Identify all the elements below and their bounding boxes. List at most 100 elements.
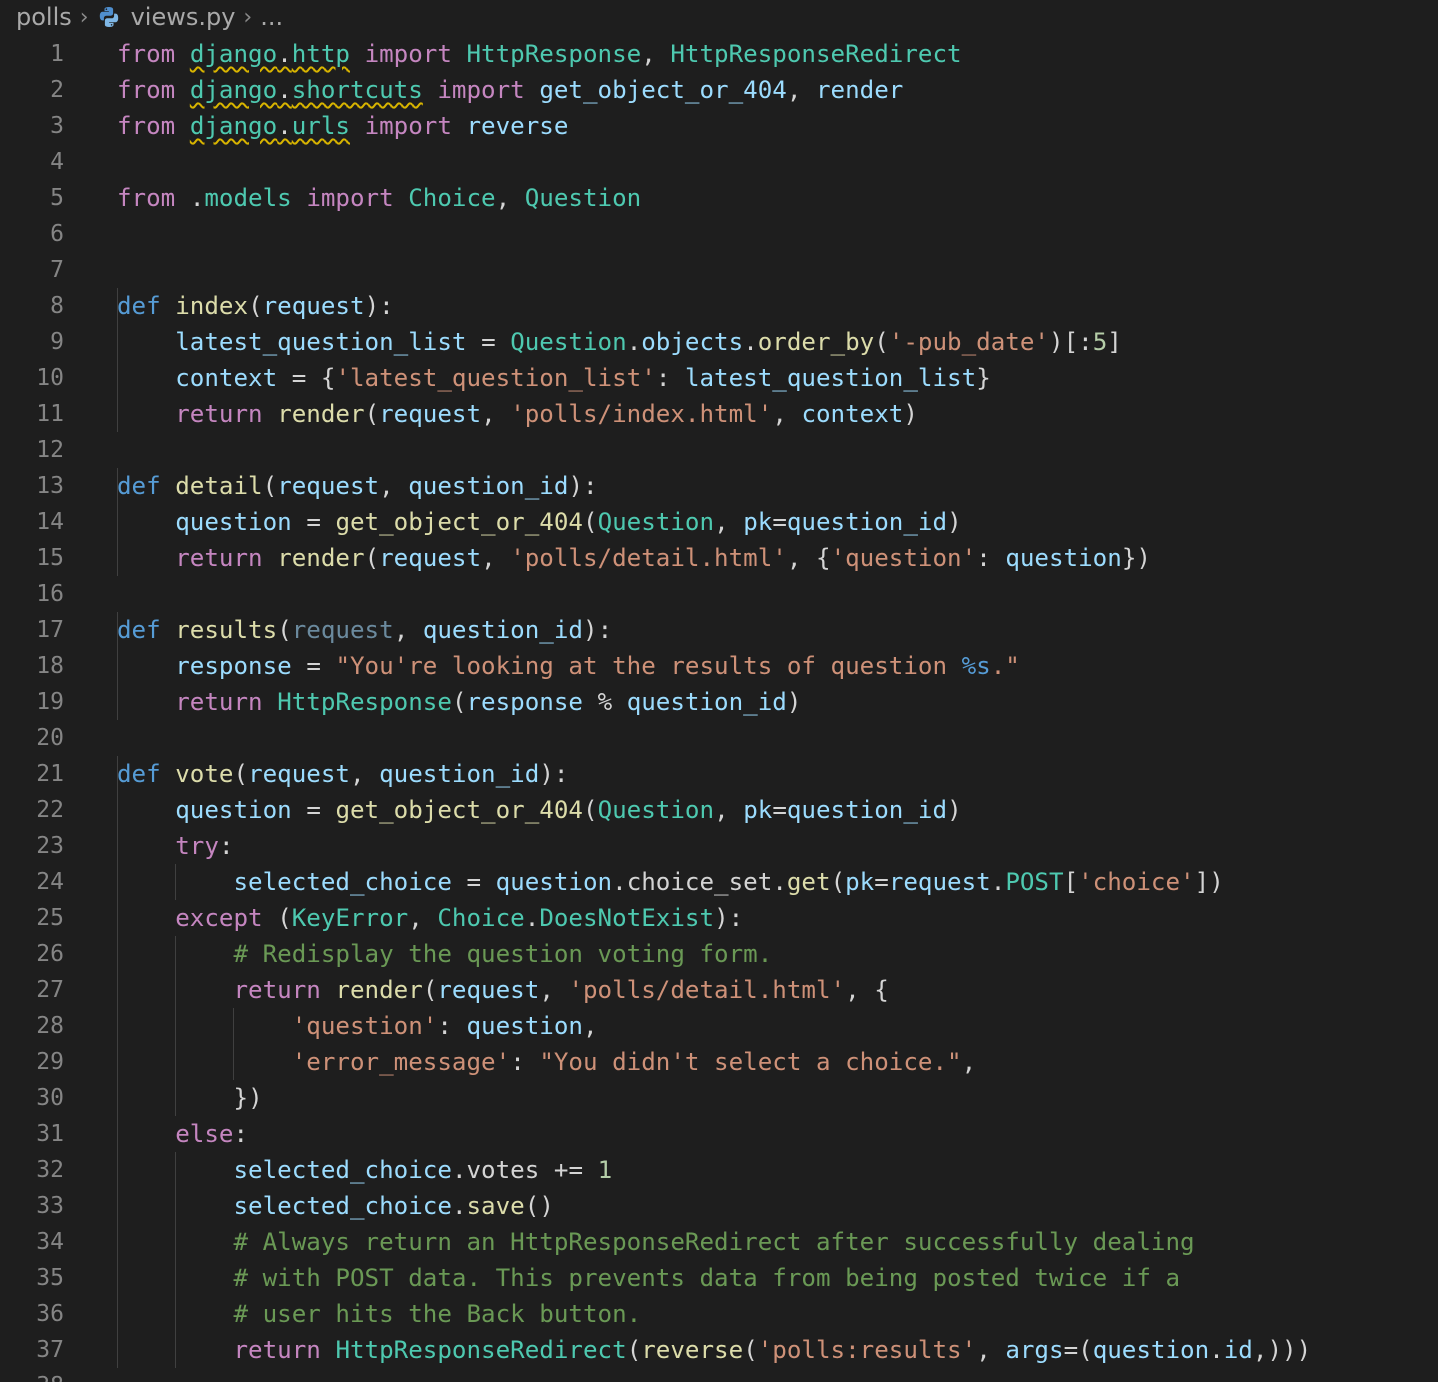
line-number: 38: [0, 1368, 64, 1382]
code-line[interactable]: 21 def vote(request, question_id):: [0, 756, 1438, 792]
line-number: 25: [36, 905, 64, 931]
line-number: 16: [36, 581, 64, 607]
code-line[interactable]: 19 return HttpResponse(response % questi…: [0, 684, 1438, 720]
line-number: 26: [36, 941, 64, 967]
code-line[interactable]: 2 from django.shortcuts import get_object…: [0, 72, 1438, 108]
code-line[interactable]: 16: [0, 576, 1438, 612]
line-number: 5: [50, 185, 64, 211]
breadcrumb: polls › views.py › ...: [0, 0, 1438, 34]
indent-guide: [175, 864, 176, 900]
code-line[interactable]: 26 # Redisplay the question voting form.: [0, 936, 1438, 972]
code-text: latest_question_list = Question.objects.…: [175, 328, 1122, 356]
code-line[interactable]: 1 from django.http import HttpResponse, H…: [0, 36, 1438, 72]
line-number: 35: [36, 1265, 64, 1291]
breadcrumb-more[interactable]: ...: [260, 3, 283, 31]
code-text: return render(request, 'polls/detail.htm…: [233, 976, 889, 1004]
code-line[interactable]: 13 def detail(request, question_id):: [0, 468, 1438, 504]
code-editor[interactable]: 1 from django.http import HttpResponse, H…: [0, 36, 1438, 1382]
code-text: def index(request):: [117, 292, 394, 320]
code-line[interactable]: 5 from .models import Choice, Question: [0, 180, 1438, 216]
line-number: 4: [50, 149, 64, 175]
chevron-right-icon: ›: [79, 4, 89, 30]
code-line[interactable]: 12: [0, 432, 1438, 468]
line-number: 18: [36, 653, 64, 679]
code-line[interactable]: 23 try:: [0, 828, 1438, 864]
line-number: 15: [36, 545, 64, 571]
code-text: }): [233, 1084, 263, 1112]
code-line[interactable]: 32 selected_choice.votes += 1: [0, 1152, 1438, 1188]
code-line[interactable]: 29 'error_message': "You didn't select a…: [0, 1044, 1438, 1080]
line-number: 37: [36, 1337, 64, 1363]
code-text: # Redisplay the question voting form.: [233, 940, 773, 968]
code-line[interactable]: 34 # Always return an HttpResponseRedire…: [0, 1224, 1438, 1260]
line-number: 34: [36, 1229, 64, 1255]
code-line[interactable]: 17 def results(request, question_id):: [0, 612, 1438, 648]
code-line[interactable]: 6: [0, 216, 1438, 252]
code-line[interactable]: 10 context = {'latest_question_list': la…: [0, 360, 1438, 396]
code-line[interactable]: 9 latest_question_list = Question.object…: [0, 324, 1438, 360]
code-line[interactable]: 3 from django.urls import reverse: [0, 108, 1438, 144]
line-number: 1: [50, 41, 64, 67]
line-number: 12: [36, 437, 64, 463]
indent-guide: [233, 1008, 234, 1080]
line-number: 36: [36, 1301, 64, 1327]
code-line[interactable]: 14 question = get_object_or_404(Question…: [0, 504, 1438, 540]
code-line[interactable]: 15 return render(request, 'polls/detail.…: [0, 540, 1438, 576]
line-number: 2: [50, 77, 64, 103]
code-line[interactable]: 33 selected_choice.save(): [0, 1188, 1438, 1224]
code-text: selected_choice.votes += 1: [233, 1156, 613, 1184]
line-number: 7: [50, 257, 64, 283]
code-line[interactable]: 31 else:: [0, 1116, 1438, 1152]
code-line[interactable]: 30 }): [0, 1080, 1438, 1116]
code-text: return HttpResponseRedirect(reverse('pol…: [233, 1336, 1312, 1364]
code-text: response = "You're looking at the result…: [175, 652, 1020, 680]
code-text: def vote(request, question_id):: [117, 760, 569, 788]
code-line[interactable]: 28 'question': question,: [0, 1008, 1438, 1044]
code-line[interactable]: 11 return render(request, 'polls/index.h…: [0, 396, 1438, 432]
line-number: 11: [36, 401, 64, 427]
line-number: 31: [36, 1121, 64, 1147]
indent-guide: [175, 1152, 176, 1368]
code-text: from .models import Choice, Question: [117, 184, 642, 212]
line-number: 20: [36, 725, 64, 751]
indent-guide: [117, 288, 118, 432]
code-text: 'question': question,: [291, 1012, 598, 1040]
code-text: else:: [175, 1120, 249, 1148]
code-line[interactable]: 7: [0, 252, 1438, 288]
code-text: 'error_message': "You didn't select a ch…: [291, 1048, 977, 1076]
code-text: from django.shortcuts import get_object_…: [117, 76, 904, 104]
code-text: # user hits the Back button.: [233, 1300, 642, 1328]
code-line[interactable]: 18 response = "You're looking at the res…: [0, 648, 1438, 684]
python-icon: [99, 7, 118, 27]
breadcrumb-folder[interactable]: polls: [16, 3, 72, 31]
code-text: def results(request, question_id):: [117, 616, 613, 644]
code-line[interactable]: 25 except (KeyError, Choice.DoesNotExist…: [0, 900, 1438, 936]
code-line[interactable]: 22 question = get_object_or_404(Question…: [0, 792, 1438, 828]
code-line[interactable]: 20: [0, 720, 1438, 756]
indent-guide: [117, 756, 118, 1368]
code-line[interactable]: 8 def index(request):: [0, 288, 1438, 324]
code-text: question = get_object_or_404(Question, p…: [175, 796, 962, 824]
code-line[interactable]: 35 # with POST data. This prevents data …: [0, 1260, 1438, 1296]
code-line[interactable]: 38: [0, 1368, 1438, 1382]
code-line[interactable]: 37 return HttpResponseRedirect(reverse('…: [0, 1332, 1438, 1368]
line-number: 8: [50, 293, 64, 319]
line-number: 17: [36, 617, 64, 643]
code-line[interactable]: 27 return render(request, 'polls/detail.…: [0, 972, 1438, 1008]
code-text: context = {'latest_question_list': lates…: [175, 364, 991, 392]
line-number: 23: [36, 833, 64, 859]
line-number: 21: [36, 761, 64, 787]
line-number: 27: [36, 977, 64, 1003]
code-line[interactable]: 36 # user hits the Back button.: [0, 1296, 1438, 1332]
line-number: 9: [50, 329, 64, 355]
code-text: selected_choice.save(): [233, 1192, 554, 1220]
line-number: 24: [36, 869, 64, 895]
code-text: selected_choice = question.choice_set.ge…: [233, 868, 1224, 896]
code-text: from django.http import HttpResponse, Ht…: [117, 40, 962, 68]
code-line[interactable]: 4: [0, 144, 1438, 180]
line-number: 6: [50, 221, 64, 247]
breadcrumb-file[interactable]: views.py: [131, 3, 236, 31]
code-line[interactable]: 24 selected_choice = question.choice_set…: [0, 864, 1438, 900]
line-number: 19: [36, 689, 64, 715]
line-number: 10: [36, 365, 64, 391]
